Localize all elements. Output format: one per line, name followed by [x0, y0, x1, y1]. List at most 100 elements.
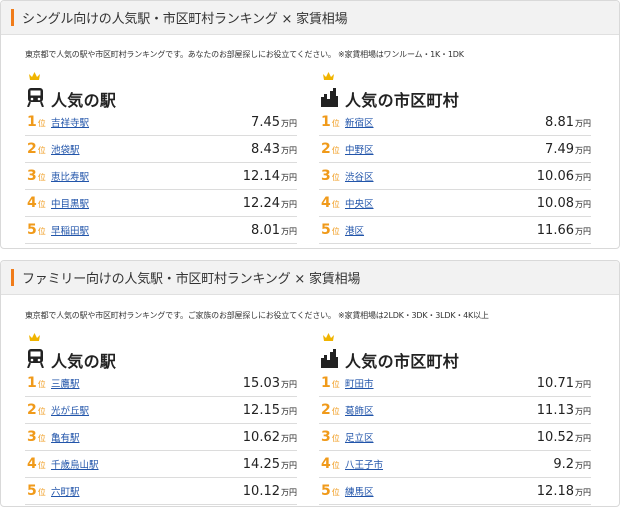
train-icon: [27, 349, 44, 368]
rank-number: 4: [27, 456, 37, 472]
rank-badge: 3位: [25, 168, 51, 184]
rank-suffix: 位: [331, 380, 340, 389]
city-map-icon: [321, 88, 338, 107]
ranking-link[interactable]: 三鷹駅: [51, 376, 243, 390]
panel-description: 東京都で人気の駅や市区町村ランキングです。あなたのお部屋探しにお役立てください。…: [25, 50, 464, 59]
ranking-link[interactable]: 千歳烏山駅: [51, 457, 243, 471]
rent-amount: 12.24: [242, 195, 280, 211]
rent-unit: 万円: [281, 199, 297, 209]
rank-number: 1: [27, 114, 37, 130]
rank-number: 4: [321, 195, 331, 211]
ranking-link[interactable]: 恵比寿駅: [51, 169, 243, 183]
rank-number: 3: [27, 168, 37, 184]
city-ranking-title: 人気の市区町村: [345, 352, 460, 371]
rent-unit: 万円: [575, 226, 591, 236]
rent-amount: 8.43: [251, 141, 280, 157]
rank-suffix: 位: [37, 407, 46, 416]
ranking-row: 5 位港区 11.66万円: [319, 217, 591, 244]
rank-suffix: 位: [331, 173, 340, 182]
header-accent-bar: [11, 9, 14, 26]
rent-unit: 万円: [575, 433, 591, 443]
rank-number: 1: [321, 114, 331, 130]
rank-suffix: 位: [37, 200, 46, 209]
rank-badge: 5位: [25, 483, 51, 499]
ranking-link[interactable]: 八王子市: [345, 457, 553, 471]
rent-unit: 万円: [575, 460, 591, 470]
ranking-link[interactable]: 中野区: [345, 142, 545, 156]
rent-unit: 万円: [281, 406, 297, 416]
ranking-row: 2 位中野区 7.49万円: [319, 136, 591, 163]
rent-value: 11.66万円: [537, 223, 591, 238]
crown-icon: [323, 333, 334, 341]
rank-badge: 4位: [25, 195, 51, 211]
city-ranking: 人気の市区町村 1 位町田市 10.71万円 2 位葛飾区 11.13万円 3 位足立区 10.…: [319, 333, 591, 505]
rank-badge: 3位: [25, 429, 51, 445]
ranking-link[interactable]: 新宿区: [345, 115, 545, 129]
rent-value: 10.08万円: [537, 196, 591, 211]
rank-number: 2: [321, 402, 331, 418]
rent-value: 14.25万円: [243, 457, 297, 472]
rent-amount: 11.66: [536, 222, 574, 238]
ranking-row: 2 位光が丘駅 12.15万円: [25, 397, 297, 424]
rent-amount: 10.08: [536, 195, 574, 211]
ranking-link[interactable]: 中目黒駅: [51, 196, 243, 210]
rent-amount: 7.45: [251, 114, 280, 130]
ranking-row: 1 位町田市 10.71万円: [319, 370, 591, 397]
rent-amount: 7.49: [545, 141, 574, 157]
rank-suffix: 位: [37, 488, 46, 497]
ranking-link[interactable]: 光が丘駅: [51, 403, 243, 417]
ranking-link[interactable]: 吉祥寺駅: [51, 115, 251, 129]
rent-unit: 万円: [575, 118, 591, 128]
ranking-link[interactable]: 足立区: [345, 430, 537, 444]
city-list: 1 位新宿区 8.81万円 2 位中野区 7.49万円 3 位渋谷区 10.06万円 4 位中央区 1…: [319, 109, 591, 244]
rank-suffix: 位: [331, 488, 340, 497]
ranking-row: 4 位千歳烏山駅 14.25万円: [25, 451, 297, 478]
ranking-link[interactable]: 六町駅: [51, 484, 243, 498]
rent-amount: 10.62: [242, 429, 280, 445]
rent-value: 9.2万円: [553, 457, 591, 472]
ranking-link[interactable]: 渋谷区: [345, 169, 537, 183]
ranking-link[interactable]: 池袋駅: [51, 142, 251, 156]
rent-amount: 10.71: [536, 375, 574, 391]
ranking-link[interactable]: 町田市: [345, 376, 537, 390]
station-ranking: 人気の駅 1 位三鷹駅 15.03万円 2 位光が丘駅 12.15万円 3 位亀有駅 10.62…: [25, 333, 297, 505]
train-icon: [27, 88, 44, 107]
rank-badge: 1位: [25, 114, 51, 130]
rent-unit: 万円: [575, 172, 591, 182]
rank-suffix: 位: [37, 380, 46, 389]
rank-badge: 5位: [319, 483, 345, 499]
ranking-link[interactable]: 中央区: [345, 196, 537, 210]
ranking-link[interactable]: 亀有駅: [51, 430, 243, 444]
rank-number: 1: [27, 375, 37, 391]
rent-value: 15.03万円: [243, 376, 297, 391]
ranking-row: 2 位葛飾区 11.13万円: [319, 397, 591, 424]
ranking-row: 5 位六町駅 10.12万円: [25, 478, 297, 505]
rent-unit: 万円: [281, 433, 297, 443]
rank-number: 3: [27, 429, 37, 445]
ranking-link[interactable]: 練馬区: [345, 484, 537, 498]
rent-value: 10.71万円: [537, 376, 591, 391]
rank-suffix: 位: [331, 434, 340, 443]
station-ranking-header: 人気の駅: [25, 333, 297, 371]
ranking-link[interactable]: 葛飾区: [345, 403, 537, 417]
rent-amount: 12.15: [242, 402, 280, 418]
rent-unit: 万円: [281, 145, 297, 155]
rank-number: 1: [321, 375, 331, 391]
rent-amount: 10.06: [536, 168, 574, 184]
rank-badge: 3位: [319, 168, 345, 184]
ranking-row: 4 位中央区 10.08万円: [319, 190, 591, 217]
panel-header: シングル向けの人気駅・市区町村ランキング × 家賃相場: [1, 1, 619, 35]
rank-number: 5: [27, 483, 37, 499]
station-ranking-title: 人気の駅: [51, 352, 117, 371]
rent-unit: 万円: [575, 199, 591, 209]
station-ranking-title: 人気の駅: [51, 91, 117, 110]
rent-unit: 万円: [575, 487, 591, 497]
rent-unit: 万円: [575, 406, 591, 416]
rank-number: 3: [321, 168, 331, 184]
ranking-link[interactable]: 港区: [345, 223, 537, 237]
rank-suffix: 位: [331, 200, 340, 209]
rent-value: 11.13万円: [537, 403, 591, 418]
ranking-row: 3 位渋谷区 10.06万円: [319, 163, 591, 190]
rent-unit: 万円: [281, 487, 297, 497]
ranking-link[interactable]: 早稲田駅: [51, 223, 251, 237]
